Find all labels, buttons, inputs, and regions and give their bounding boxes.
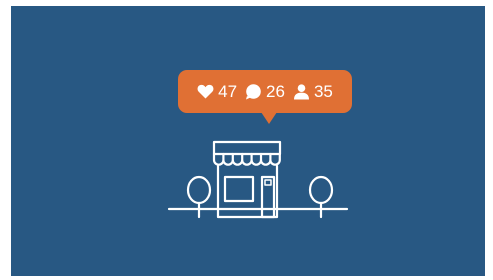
shop-building bbox=[212, 140, 282, 219]
awning bbox=[212, 152, 281, 166]
door-sign bbox=[264, 179, 272, 186]
shop-window bbox=[223, 175, 255, 203]
tree-left bbox=[186, 175, 212, 219]
awning-top bbox=[212, 140, 282, 156]
door bbox=[260, 175, 276, 219]
tree-right bbox=[308, 175, 334, 219]
social-stats-banner: 47 26 35 bbox=[11, 6, 485, 276]
storefront-icon bbox=[167, 140, 349, 219]
